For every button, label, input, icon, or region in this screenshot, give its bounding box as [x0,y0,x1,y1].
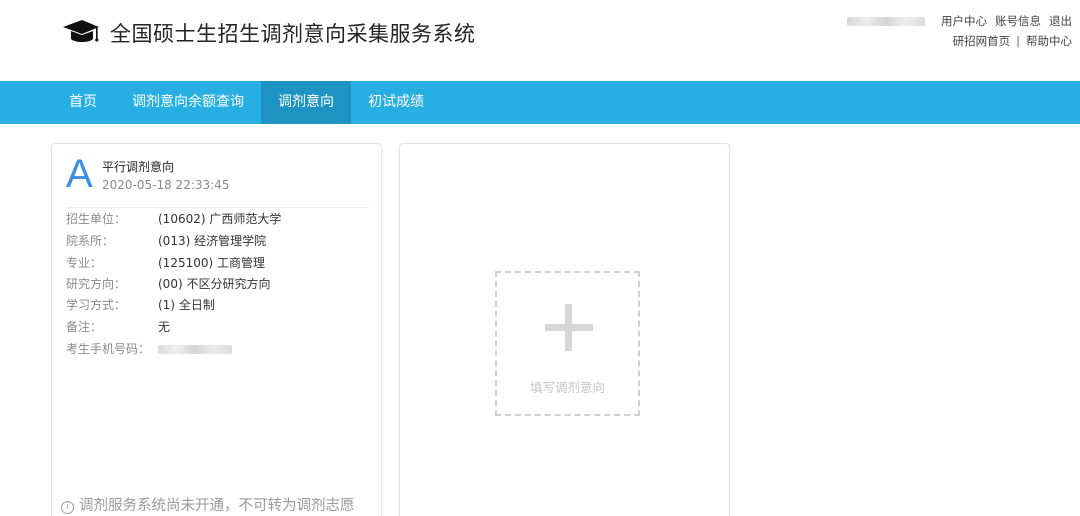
field-value: 无 [158,320,171,334]
intent-card-header: A 平行调剂意向 2020-05-18 22:33:45 [66,152,369,208]
field-row-study-mode: 学习方式： (1) 全日制 [66,296,215,314]
field-label: 考生手机号码： [66,342,151,356]
field-row-department: 院系所： (013) 经济管理学院 [66,232,266,250]
field-row-school: 招生单位： (10602) 广西师范大学 [66,210,281,228]
help-center-link[interactable]: 帮助中心 [1026,34,1072,48]
nav-item-home[interactable]: 首页 [60,81,106,124]
field-row-major: 专业： (125100) 工商管理 [66,254,265,272]
add-intent-label: 填写调剂意向 [529,380,605,395]
info-icon: i [61,501,74,514]
field-row-phone: 考生手机号码： [66,340,232,358]
field-row-remark: 备注： 无 [66,318,170,336]
account-info-link[interactable]: 账号信息 [995,14,1041,28]
link-separator: | [1016,34,1020,48]
intent-timestamp: 2020-05-18 22:33:45 [102,178,230,192]
field-row-research-direction: 研究方向： (00) 不区分研究方向 [66,275,270,293]
nav-item-initial-score[interactable]: 初试成绩 [360,81,432,124]
field-label: 院系所： [66,234,115,248]
header: 全国硕士生招生调剂意向采集服务系统 用户中心 账号信息 退出 研招网首页 | 帮助中心 [0,0,1080,81]
field-label: 招生单位： [66,212,127,226]
service-notice: i 调剂服务系统尚未开通，不可转为调剂志愿 [61,494,355,515]
graduation-cap-icon [63,20,99,42]
field-value: (10602) 广西师范大学 [158,212,282,226]
intent-type: 平行调剂意向 [102,160,175,174]
field-value: (00) 不区分研究方向 [158,277,271,291]
field-label: 专业： [66,256,103,270]
top-links: 用户中心 账号信息 退出 研招网首页 | 帮助中心 [847,11,1072,51]
field-value: (013) 经济管理学院 [158,234,267,248]
intent-card: A 平行调剂意向 2020-05-18 22:33:45 招生单位： (10602… [51,143,382,516]
field-label: 研究方向： [66,277,127,291]
phone-redacted [158,345,232,354]
field-label: 学习方式： [66,298,127,312]
username-redacted [847,17,925,26]
nav-item-adjust-intent[interactable]: 调剂意向 [261,81,351,124]
nav-item-balance-query[interactable]: 调剂意向余额查询 [122,81,254,124]
add-intent-button[interactable]: 填写调剂意向 [495,271,640,416]
logo[interactable]: 全国硕士生招生调剂意向采集服务系统 [62,18,476,48]
intent-badge: A [66,152,93,196]
add-intent-card: 填写调剂意向 [399,143,730,516]
site-title: 全国硕士生招生调剂意向采集服务系统 [110,22,476,46]
main-nav: 首页 调剂意向余额查询 调剂意向 初试成绩 [0,81,1080,124]
field-label: 备注： [66,320,103,334]
notice-text: 调剂服务系统尚未开通，不可转为调剂志愿 [79,498,355,514]
user-center-link[interactable]: 用户中心 [941,14,987,28]
yz-home-link[interactable]: 研招网首页 [953,34,1011,48]
field-value: (125100) 工商管理 [158,256,265,270]
logout-link[interactable]: 退出 [1049,14,1072,28]
plus-icon-vertical [565,304,572,351]
field-value: (1) 全日制 [158,298,215,312]
